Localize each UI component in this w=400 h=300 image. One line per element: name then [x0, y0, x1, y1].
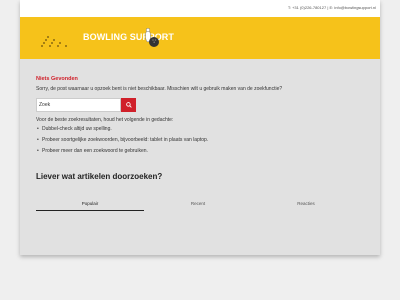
- contact-info: T: +31 (0)226-780127 | E: info@bowlingsu…: [287, 5, 376, 10]
- not-found-description: Sorry, de post waarnaar u opzoek bent is…: [36, 86, 283, 92]
- page-container: T: +31 (0)226-780127 | E: info@bowlingsu…: [20, 0, 380, 255]
- list-item: Probeer soortgelijke zoekwoorden, bijvoo…: [37, 137, 208, 143]
- tips-intro: Voor de beste zoekresultaten, houd het v…: [36, 117, 174, 123]
- search-input[interactable]: [36, 98, 121, 112]
- top-bar: T: +31 (0)226-780127 | E: info@bowlingsu…: [20, 0, 380, 17]
- bowling-ball-icon: [145, 28, 159, 47]
- list-item: Dubbel-check altijd uw spelling.: [37, 126, 208, 132]
- site-header: BOWLING SUPPORT: [20, 17, 380, 59]
- not-found-title: Niets Gevonden: [36, 76, 78, 82]
- alternatives-title: Liever wat artikelen doorzoeken?: [36, 172, 163, 181]
- tab-reacties[interactable]: Reacties: [252, 199, 360, 211]
- tips-list: Dubbel-check altijd uw spelling. Probeer…: [36, 126, 208, 159]
- search-icon: [125, 102, 132, 108]
- bowling-pins-icon: [41, 36, 67, 47]
- site-logo[interactable]: BOWLING SUPPORT: [40, 24, 174, 52]
- tab-recent[interactable]: Recent: [144, 199, 252, 211]
- main-content: Niets Gevonden Sorry, de post waarnaar u…: [36, 76, 366, 211]
- list-item: Probeer meer dan een zoekwoord te gebrui…: [37, 148, 208, 154]
- tab-populair[interactable]: Populair: [36, 199, 144, 211]
- search-button[interactable]: [121, 98, 136, 112]
- article-tabs: Populair Recent Reacties: [36, 199, 360, 211]
- search-form: [36, 98, 136, 112]
